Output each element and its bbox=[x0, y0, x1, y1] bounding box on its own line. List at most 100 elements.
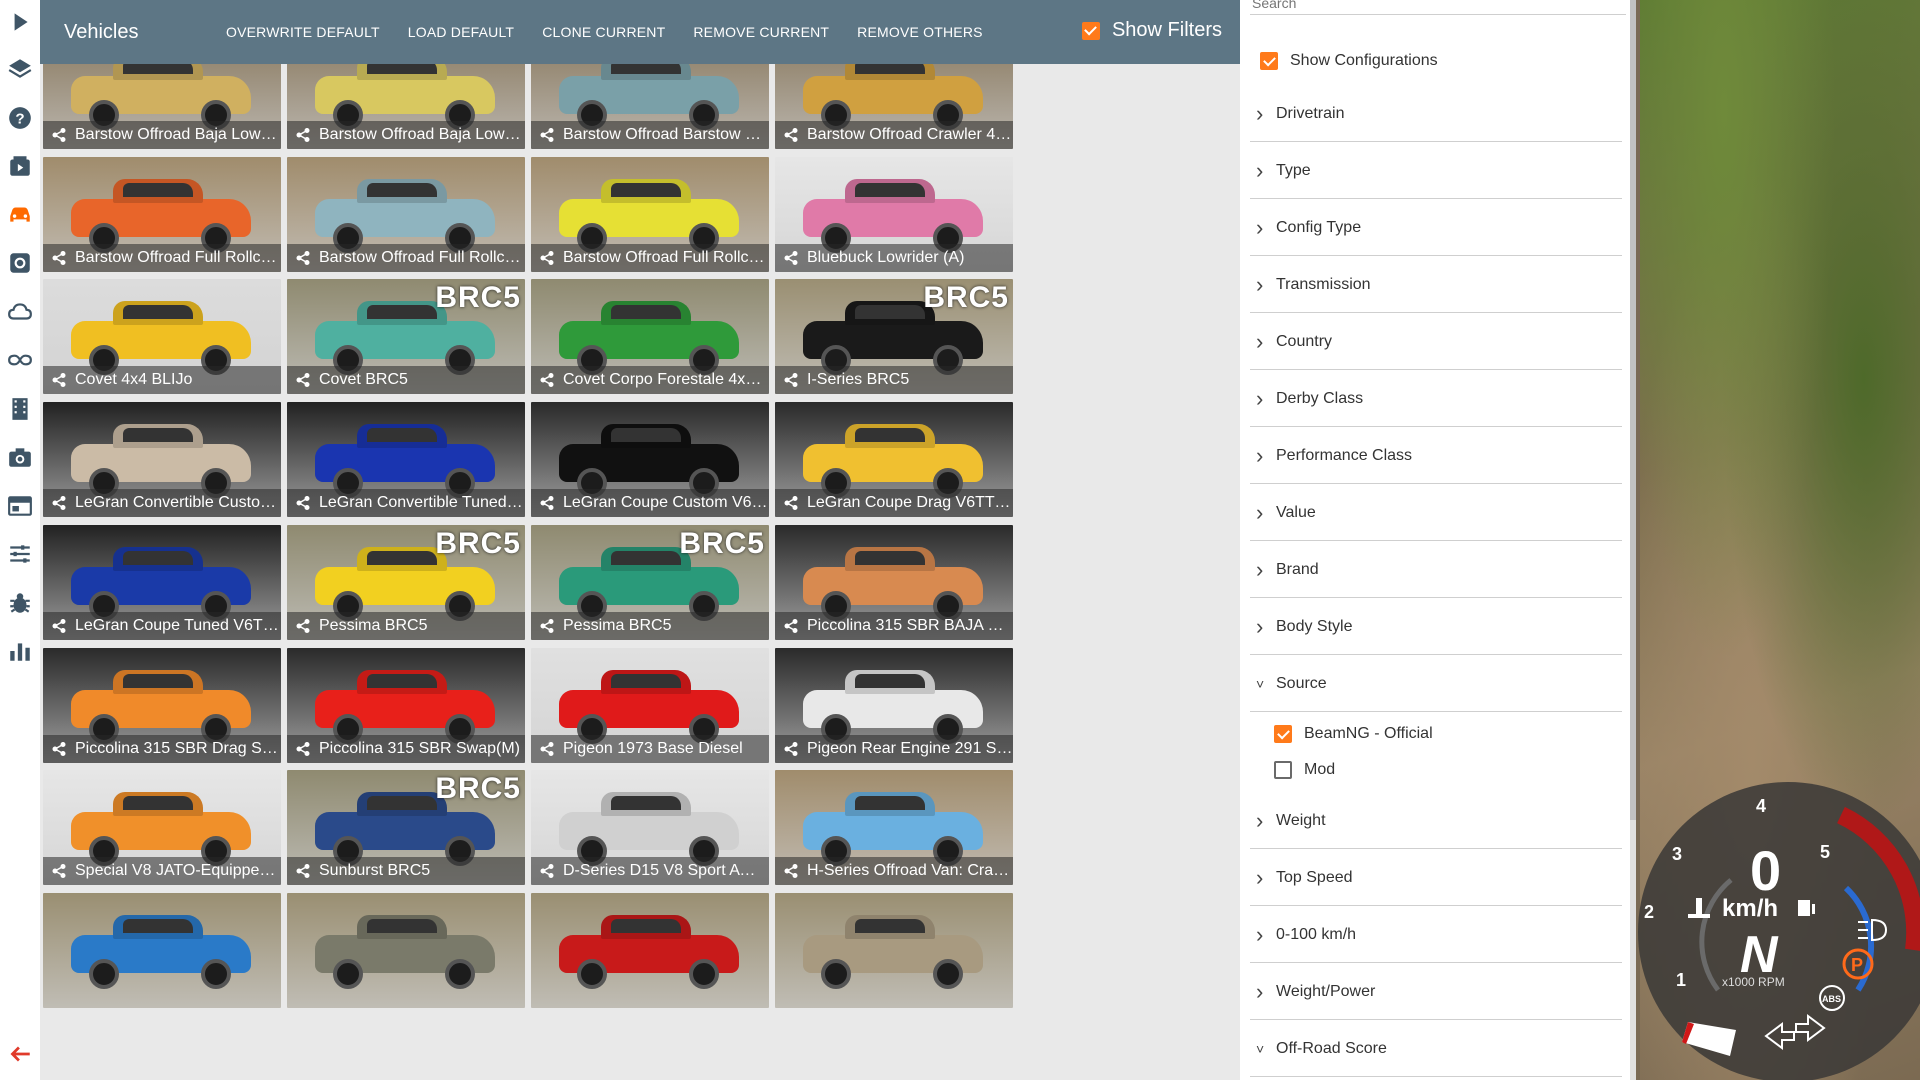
vehicle-thumbnail bbox=[43, 893, 281, 1008]
vehicle-tile[interactable]: LeGran Convertible Custom V6tt (M) bbox=[43, 402, 281, 518]
vehicle-window bbox=[123, 918, 193, 933]
filter-weight[interactable]: › Weight bbox=[1250, 793, 1622, 849]
vehicle-tile[interactable]: Covet Corpo Forestale 4x4 (M) bbox=[531, 279, 769, 395]
vehicle-tile[interactable]: H-Series Offroad Van: CrashHard (A) bbox=[775, 770, 1013, 886]
camera-icon[interactable] bbox=[6, 443, 34, 471]
source-option[interactable]: BeamNG - Official bbox=[1274, 725, 1433, 743]
remove-others-button[interactable]: REMOVE OTHERS bbox=[857, 24, 983, 40]
speedometer-hud: 1 2 3 4 5 0 km/h N x1000 RPM P ABS bbox=[1638, 782, 1920, 1080]
filter-derby-class[interactable]: › Derby Class bbox=[1250, 371, 1622, 427]
filter-label: Drivetrain bbox=[1276, 104, 1345, 122]
filters-scrollbar-thumb[interactable] bbox=[1630, 0, 1636, 820]
vehicle-tile[interactable]: Piccolina 315 SBR BAJA Swap(M) bbox=[775, 524, 1013, 640]
vehicle-tile[interactable]: BRC5 Sunburst BRC5 bbox=[287, 770, 525, 886]
show-filters-checkbox[interactable] bbox=[1081, 21, 1100, 40]
vehicle-tile[interactable] bbox=[287, 892, 525, 1008]
vehicle-tile[interactable]: BRC5 Pessima BRC5 bbox=[287, 524, 525, 640]
filter-weight-power[interactable]: › Weight/Power bbox=[1250, 964, 1622, 1020]
svg-text:?: ? bbox=[15, 110, 24, 127]
debug-bug-icon[interactable] bbox=[6, 589, 34, 617]
vehicle-tile-label: LeGran Coupe Drag V6TT (M) bbox=[775, 489, 1013, 518]
show-configurations-toggle[interactable]: Show Configurations bbox=[1260, 52, 1438, 70]
back-arrow-icon[interactable] bbox=[6, 1040, 34, 1068]
vehicle-tile-label: Barstow Offroad Baja Low End 4x4... bbox=[43, 121, 281, 149]
filter-brand[interactable]: › Brand bbox=[1250, 542, 1622, 598]
vehicle-tile[interactable]: D-Series D15 V8 Sport AWD JATO-... bbox=[531, 770, 769, 886]
ui-apps-icon[interactable] bbox=[6, 492, 34, 520]
vehicle-tile[interactable]: BRC5 Pessima BRC5 bbox=[531, 524, 769, 640]
vehicle-tile-label: D-Series D15 V8 Sport AWD JATO-... bbox=[531, 857, 769, 886]
vehicle-tile[interactable]: LeGran Coupe Drag V6TT (M) bbox=[775, 402, 1013, 518]
options-sliders-icon[interactable] bbox=[6, 540, 34, 568]
clone-current-button[interactable]: CLONE CURRENT bbox=[542, 24, 665, 40]
vehicle-tile[interactable]: Special V8 JATO-Equipped (M) bbox=[43, 770, 281, 886]
vehicle-tile[interactable]: LeGran Coupe Custom V6tt (M) bbox=[531, 402, 769, 518]
vehicles-icon[interactable] bbox=[6, 200, 34, 228]
filter-value[interactable]: › Value bbox=[1250, 485, 1622, 541]
filter-country[interactable]: › Country bbox=[1250, 314, 1622, 370]
source-option-checkbox[interactable] bbox=[1274, 725, 1292, 743]
vehicle-window bbox=[611, 796, 681, 811]
filter-0-100-km-h[interactable]: › 0-100 km/h bbox=[1250, 907, 1622, 963]
stats-chart-icon[interactable] bbox=[6, 637, 34, 665]
filter-label: Performance Class bbox=[1276, 446, 1413, 464]
vehicle-tile[interactable]: Piccolina 315 SBR Drag Swap(M) bbox=[43, 647, 281, 763]
remove-current-button[interactable]: REMOVE CURRENT bbox=[693, 24, 829, 40]
infinity-icon[interactable] bbox=[6, 346, 34, 374]
filter-body-style[interactable]: › Body Style bbox=[1250, 599, 1622, 655]
vehicle-tile[interactable]: Barstow Offroad Full Rollcage RW... bbox=[531, 156, 769, 272]
vehicle-tile-label: Special V8 JATO-Equipped (M) bbox=[43, 857, 281, 886]
filter-type[interactable]: › Type bbox=[1250, 143, 1622, 199]
vehicle-tile[interactable] bbox=[775, 892, 1013, 1008]
vehicle-window bbox=[611, 182, 681, 197]
filter-config-type[interactable]: › Config Type bbox=[1250, 200, 1622, 256]
filter-transmission[interactable]: › Transmission bbox=[1250, 257, 1622, 313]
vehicle-tile-label: Barstow Offroad Barstow Rogers I... bbox=[531, 121, 769, 149]
vehicle-tile[interactable]: Covet 4x4 BLIJo bbox=[43, 279, 281, 395]
rpm-tick-1: 1 bbox=[1676, 970, 1686, 990]
filter-drivetrain[interactable]: › Drivetrain bbox=[1250, 86, 1622, 142]
vehicle-tile[interactable]: Piccolina 315 SBR Swap(M) bbox=[287, 647, 525, 763]
vehicle-tile[interactable]: LeGran Coupe Tuned V6TT (M) bbox=[43, 524, 281, 640]
show-configurations-checkbox[interactable] bbox=[1260, 52, 1278, 70]
filter-label: Body Style bbox=[1276, 617, 1353, 635]
vehicle-wheel bbox=[689, 958, 719, 989]
filter-performance-class[interactable]: › Performance Class bbox=[1250, 428, 1622, 484]
vehicle-tile[interactable] bbox=[531, 892, 769, 1008]
vehicle-tile[interactable]: Pigeon 1973 Base Diesel bbox=[531, 647, 769, 763]
vehicle-tile[interactable]: BRC5 I-Series BRC5 bbox=[775, 279, 1013, 395]
chevron-right-icon: › bbox=[1256, 157, 1264, 183]
share-config-icon bbox=[784, 496, 798, 511]
vehicle-tile[interactable]: Barstow Offroad Full Rollcage Dra... bbox=[287, 156, 525, 272]
help-icon[interactable]: ? bbox=[6, 104, 34, 132]
vehicle-window bbox=[611, 918, 681, 933]
show-filters-toggle[interactable]: Show Filters bbox=[1081, 19, 1222, 42]
vehicle-config-icon[interactable] bbox=[6, 249, 34, 277]
vehicle-tile[interactable] bbox=[43, 892, 281, 1008]
vehicle-tile[interactable]: Barstow Offroad Full Rollcage 4x4 ... bbox=[43, 156, 281, 272]
vehicle-tile[interactable]: Pigeon Rear Engine 291 Street Cle... bbox=[775, 647, 1013, 763]
layers-icon[interactable] bbox=[6, 55, 34, 83]
scenario-icon[interactable] bbox=[6, 152, 34, 180]
vehicle-tile[interactable]: Bluebuck Lowrider (A) bbox=[775, 156, 1013, 272]
gauge-disc bbox=[1638, 782, 1920, 1080]
vehicle-tile[interactable]: BRC5 Covet BRC5 bbox=[287, 279, 525, 395]
load-default-button[interactable]: LOAD DEFAULT bbox=[408, 24, 514, 40]
source-option[interactable]: Mod bbox=[1274, 761, 1335, 779]
vehicle-window bbox=[367, 796, 437, 811]
vehicle-window bbox=[611, 305, 681, 320]
vehicle-window bbox=[367, 918, 437, 933]
filter-top-speed[interactable]: › Top Speed bbox=[1250, 850, 1622, 906]
filter-label: Off-Road Score bbox=[1276, 1039, 1387, 1057]
vehicle-tile[interactable]: LeGran Convertible Tuned V6TT (M) bbox=[287, 402, 525, 518]
search-input[interactable] bbox=[1250, 0, 1626, 15]
cloud-icon[interactable] bbox=[6, 298, 34, 326]
filter-source[interactable]: ˅ Source bbox=[1250, 656, 1622, 712]
replay-film-icon[interactable] bbox=[6, 395, 34, 423]
source-option-checkbox[interactable] bbox=[1274, 761, 1292, 779]
filter-off-road-score[interactable]: ˅ Off-Road Score bbox=[1250, 1021, 1622, 1077]
overwrite-default-button[interactable]: OVERWRITE DEFAULT bbox=[226, 24, 380, 40]
filter-label: Transmission bbox=[1276, 275, 1371, 293]
play-icon[interactable] bbox=[6, 8, 34, 36]
filter-label: Source bbox=[1276, 674, 1327, 692]
